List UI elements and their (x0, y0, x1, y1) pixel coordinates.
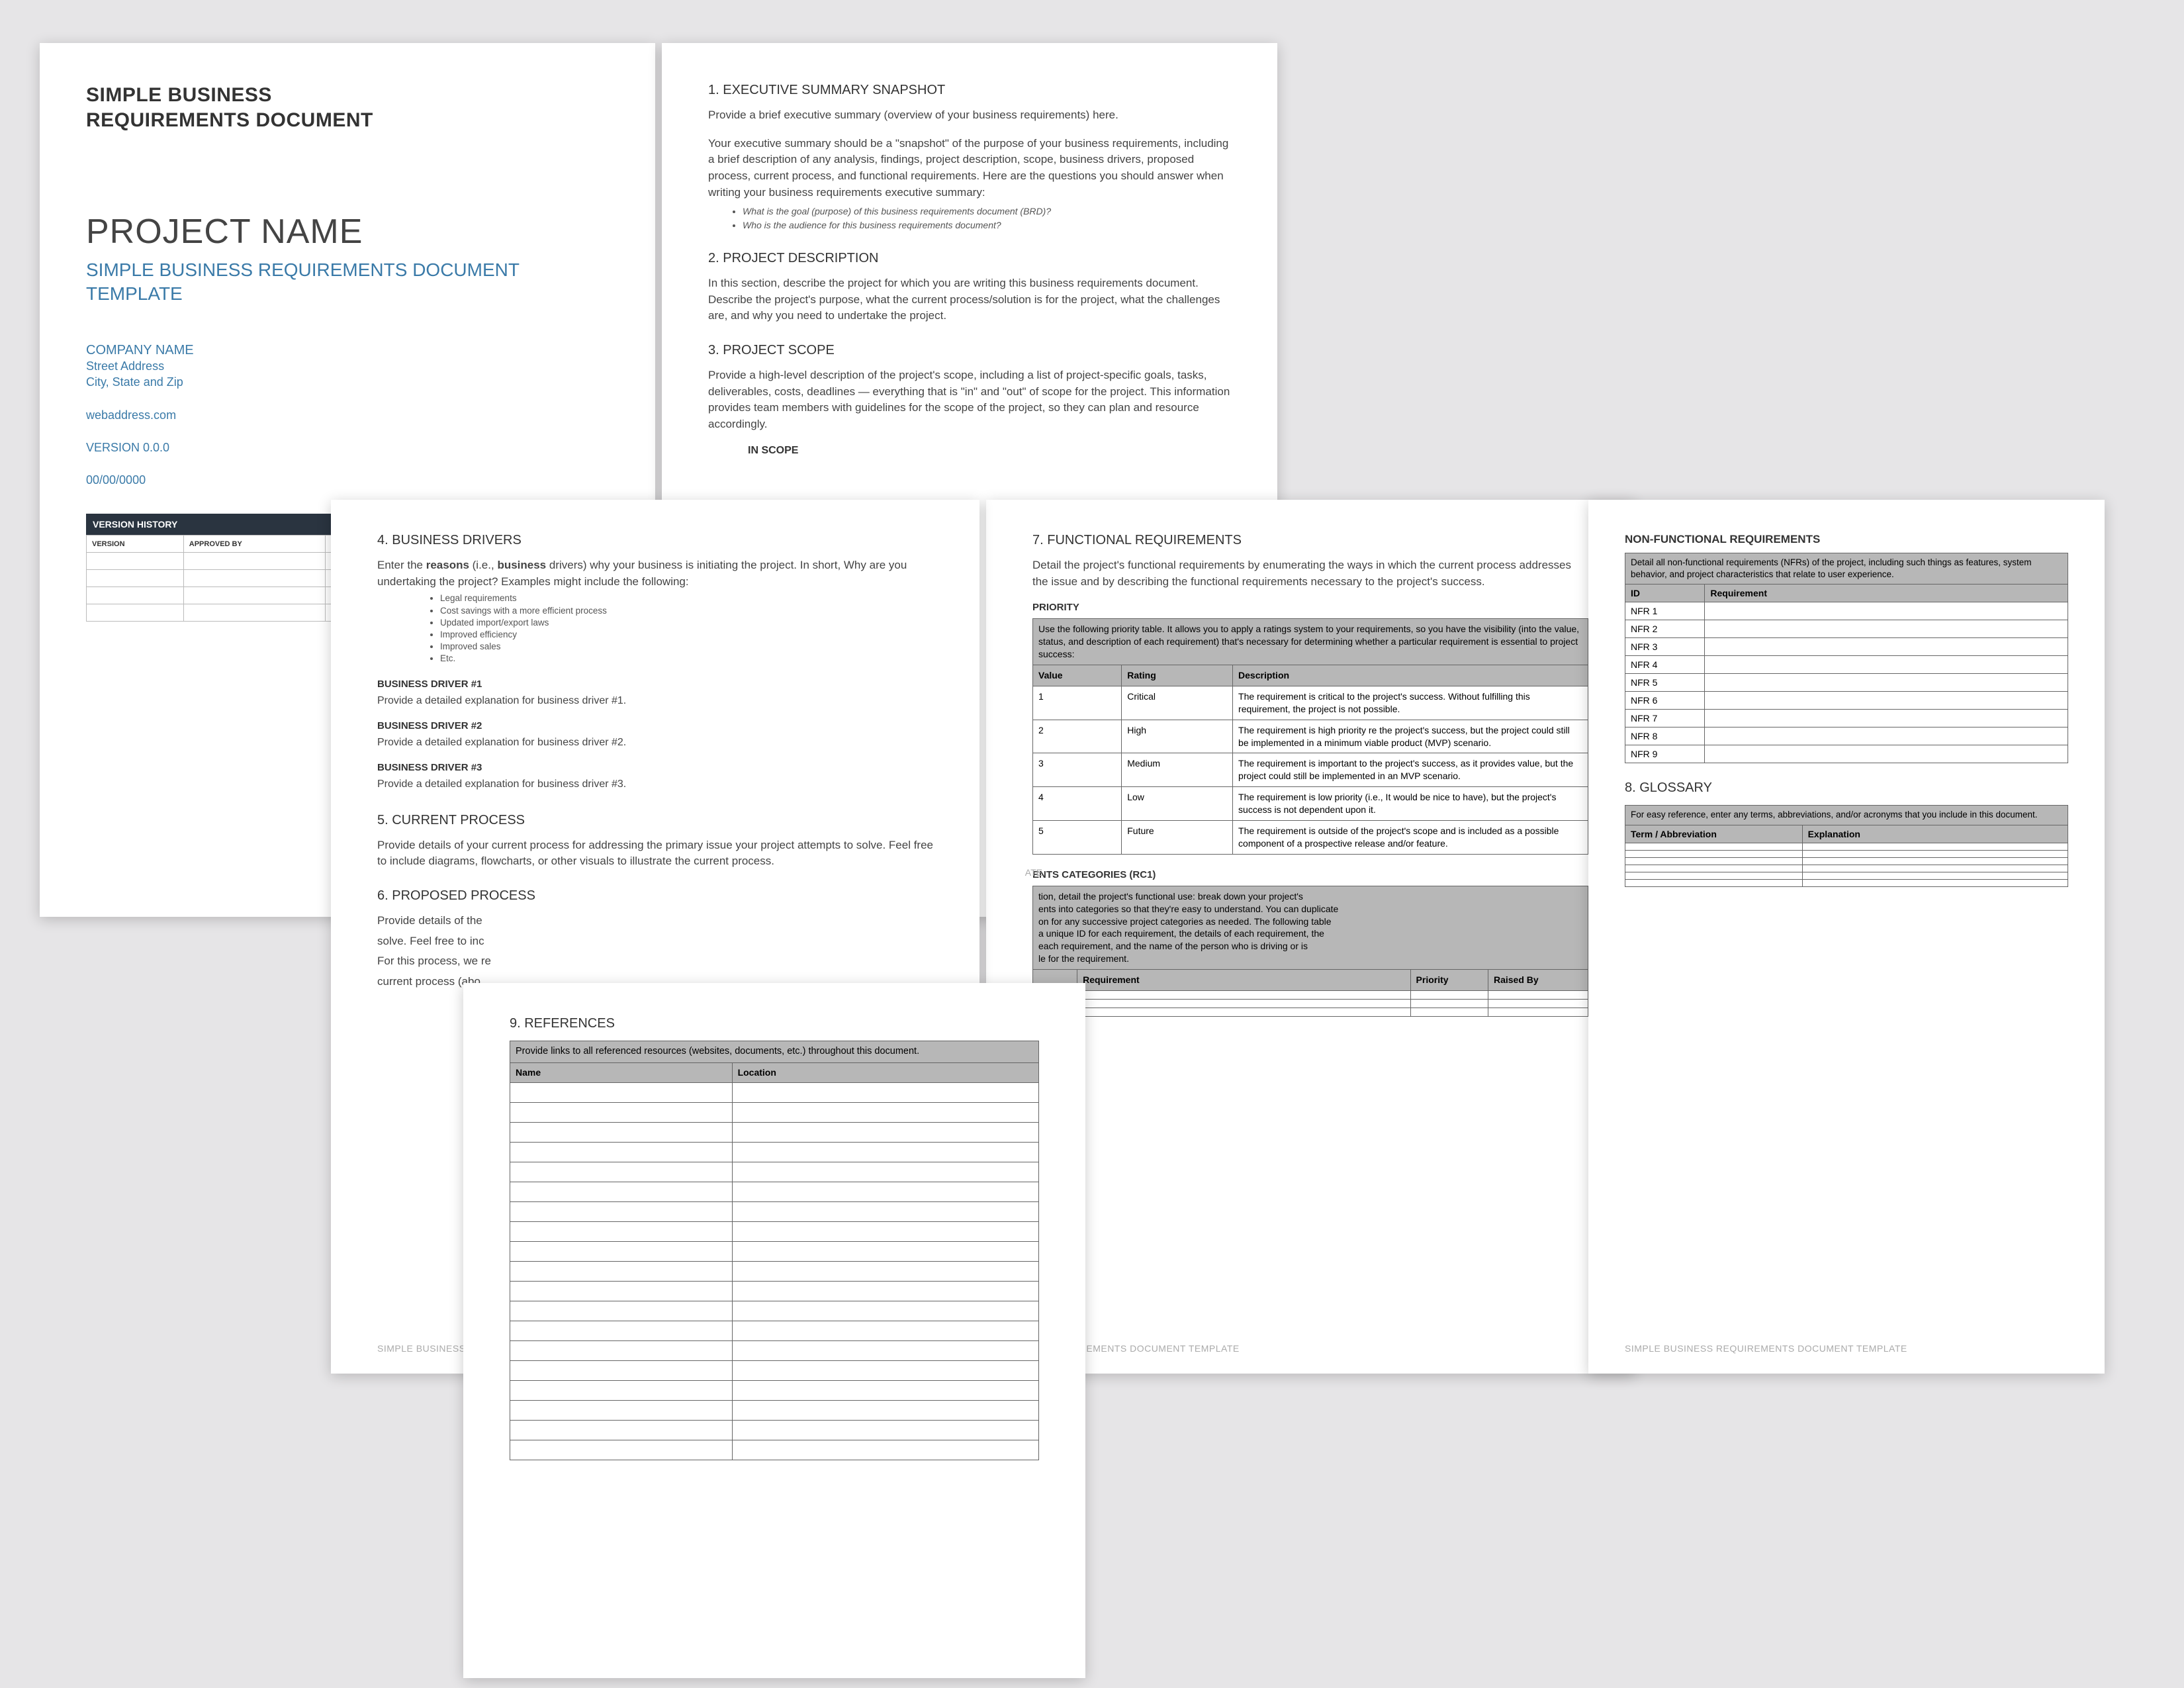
page-references: 9. REFERENCES Provide links to all refer… (463, 983, 1085, 1678)
bd2-label: BUSINESS DRIVER #2 (377, 720, 933, 731)
bd1-label: BUSINESS DRIVER #1 (377, 679, 933, 690)
section-functional-requirements: 7. FUNCTIONAL REQUIREMENTS (1032, 533, 1588, 548)
exec-bullets: What is the goal (purpose) of this busin… (743, 205, 1231, 232)
company-address-1: Street Address (86, 358, 609, 374)
in-scope-label: IN SCOPE (748, 445, 1231, 457)
doc-header-line1: SIMPLE BUSINESS (86, 83, 609, 108)
proposed-line2: solve. Feel free to inc (377, 933, 933, 950)
exec-p1: Provide a brief executive summary (overv… (708, 107, 1231, 124)
doc-version: VERSION 0.0.0 (86, 441, 609, 455)
current-process-body: Provide details of your current process … (377, 837, 933, 870)
glossary-intro: For easy reference, enter any terms, abb… (1625, 806, 2068, 825)
priority-label: PRIORITY (1032, 602, 1588, 613)
doc-date: 00/00/0000 (86, 473, 609, 487)
bd2-desc: Provide a detailed explanation for busin… (377, 737, 933, 749)
bd3-desc: Provide a detailed explanation for busin… (377, 778, 933, 790)
drivers-intro: Enter the reasons (i.e., business driver… (377, 557, 933, 590)
vh-col-version: VERSION (87, 536, 184, 553)
company-web: webaddress.com (86, 408, 609, 422)
section-project-description: 2. PROJECT DESCRIPTION (708, 251, 1231, 266)
peek-ate: ATE (1025, 867, 1042, 878)
proj-scope-body: Provide a high-level description of the … (708, 367, 1231, 433)
func-intro: Detail the project's functional requirem… (1032, 557, 1588, 590)
nfr-intro: Detail all non-functional requirements (… (1625, 553, 2068, 585)
glossary-table: For easy reference, enter any terms, abb… (1625, 805, 2068, 886)
section-proposed-process: 6. PROPOSED PROCESS (377, 888, 933, 904)
nfr-table: Detail all non-functional requirements (… (1625, 553, 2068, 763)
page-footer: SIMPLE BUSINESS REQUIREMENTS DOCUMENT TE… (1625, 1343, 1907, 1354)
nfr-heading: NON-FUNCTIONAL REQUIREMENTS (1625, 533, 2068, 546)
rc1-label: ENTS CATEGORIES (RC1) (1032, 869, 1588, 880)
rc1-table: tion, detail the project's functional us… (1032, 886, 1588, 1017)
page-nfr-glossary: NON-FUNCTIONAL REQUIREMENTS Detail all n… (1588, 500, 2105, 1374)
project-title: PROJECT NAME (86, 212, 609, 252)
project-subtitle: SIMPLE BUSINESS REQUIREMENTS DOCUMENT TE… (86, 258, 609, 306)
doc-header-line2: REQUIREMENTS DOCUMENT (86, 108, 609, 133)
ref-intro: Provide links to all referenced resource… (510, 1041, 1039, 1063)
section-project-scope: 3. PROJECT SCOPE (708, 343, 1231, 358)
vh-col-approved: APPROVED BY (183, 536, 325, 553)
section-exec-summary: 1. EXECUTIVE SUMMARY SNAPSHOT (708, 83, 1231, 98)
drivers-bullets: Legal requirements Cost savings with a m… (440, 592, 933, 665)
section-glossary: 8. GLOSSARY (1625, 780, 2068, 796)
proposed-line1: Provide details of the (377, 913, 933, 929)
priority-intro: Use the following priority table. It all… (1033, 619, 1588, 665)
exec-p2: Your executive summary should be a "snap… (708, 136, 1231, 201)
company-name: COMPANY NAME (86, 343, 609, 358)
rc1-intro: tion, detail the project's functional us… (1033, 886, 1588, 969)
priority-table: Use the following priority table. It all… (1032, 618, 1588, 854)
section-current-process: 5. CURRENT PROCESS (377, 813, 933, 828)
exec-bullet-2: Who is the audience for this business re… (743, 218, 1231, 232)
exec-bullet-1: What is the goal (purpose) of this busin… (743, 205, 1231, 218)
company-address-2: City, State and Zip (86, 374, 609, 390)
bd3-label: BUSINESS DRIVER #3 (377, 762, 933, 773)
section-business-drivers: 4. BUSINESS DRIVERS (377, 533, 933, 548)
bd1-desc: Provide a detailed explanation for busin… (377, 695, 933, 707)
proj-desc-body: In this section, describe the project fo… (708, 275, 1231, 324)
proposed-line3: For this process, we re (377, 953, 933, 970)
section-references: 9. REFERENCES (510, 1016, 1039, 1031)
references-table: Provide links to all referenced resource… (510, 1041, 1039, 1460)
